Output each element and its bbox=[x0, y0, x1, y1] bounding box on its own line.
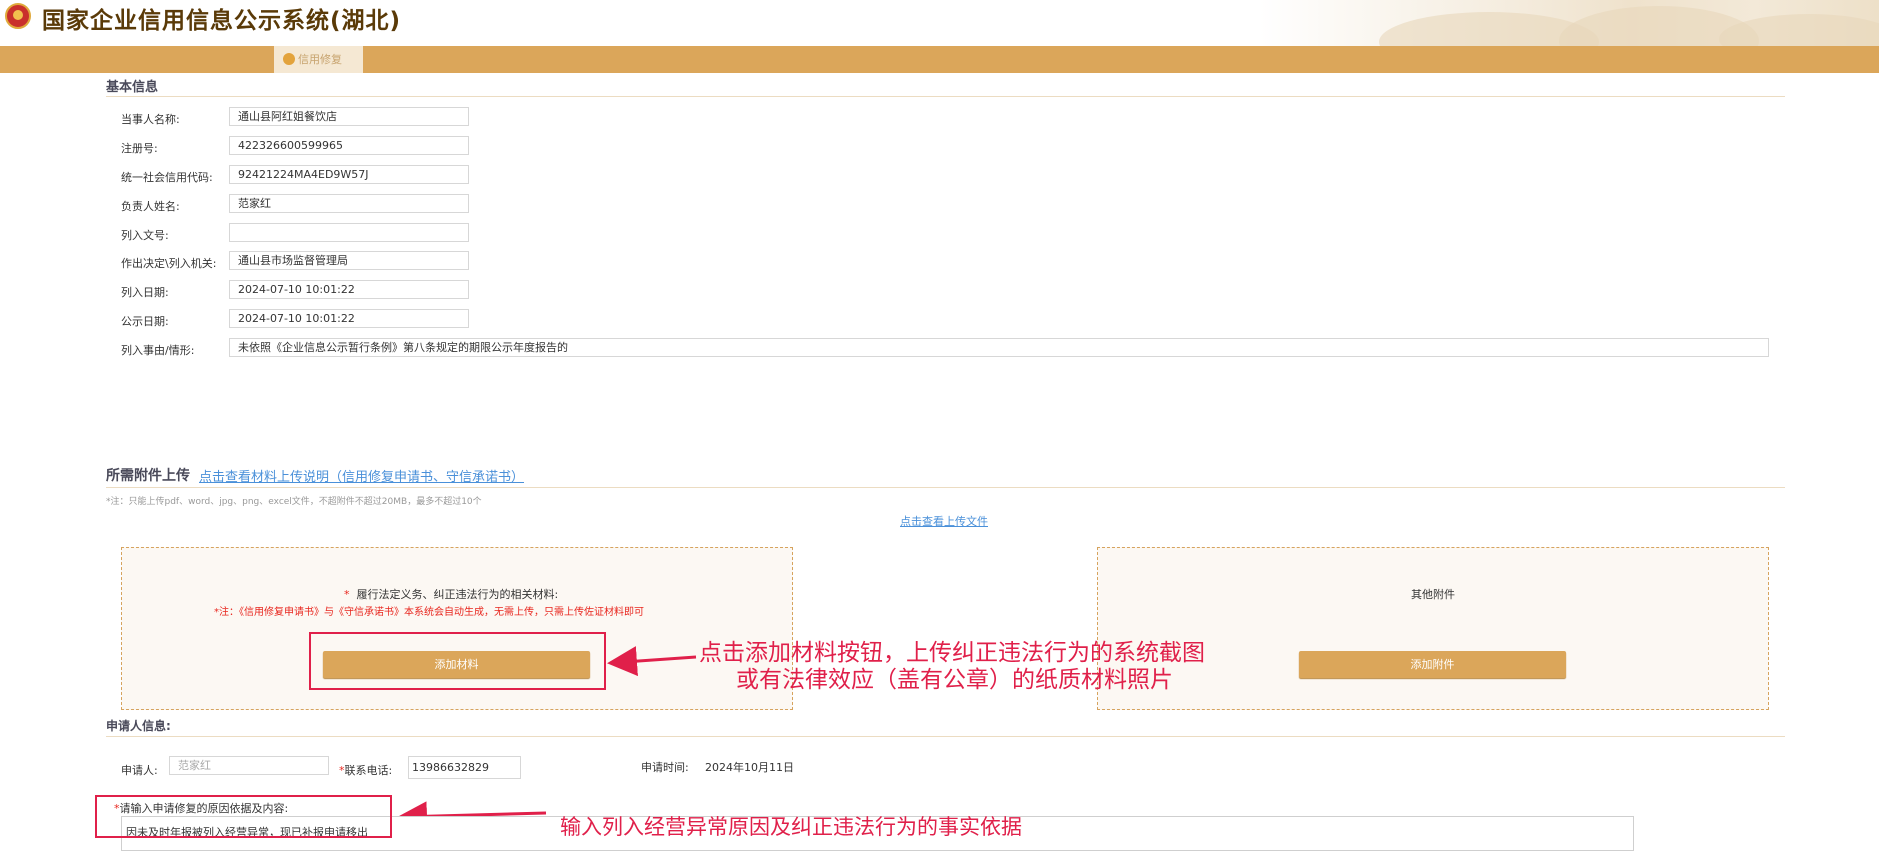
phone-label: 联系电话: bbox=[344, 764, 393, 777]
highlight-box bbox=[95, 795, 392, 838]
applicant-info-title: 申请人信息: bbox=[106, 719, 171, 733]
divider bbox=[106, 736, 1785, 737]
applicant-input[interactable]: 范家红 bbox=[169, 756, 329, 775]
reason-annotation: 输入列入经营异常原因及纠正违法行为的事实依据 bbox=[560, 815, 1022, 839]
annotation-arrows bbox=[397, 646, 697, 832]
phone-label-wrap: *联系电话: bbox=[339, 762, 392, 778]
arrow-to-add-materials bbox=[607, 646, 697, 677]
applicant-label: 申请人: bbox=[121, 764, 158, 777]
upload-annotation-line2: 或有法律效应（盖有公章）的纸质材料照片 bbox=[736, 667, 1173, 693]
apply-time-label: 申请时间: bbox=[641, 761, 689, 774]
apply-time-value: 2024年10月11日 bbox=[705, 761, 794, 774]
phone-input[interactable]: 13986632829 bbox=[408, 756, 521, 779]
